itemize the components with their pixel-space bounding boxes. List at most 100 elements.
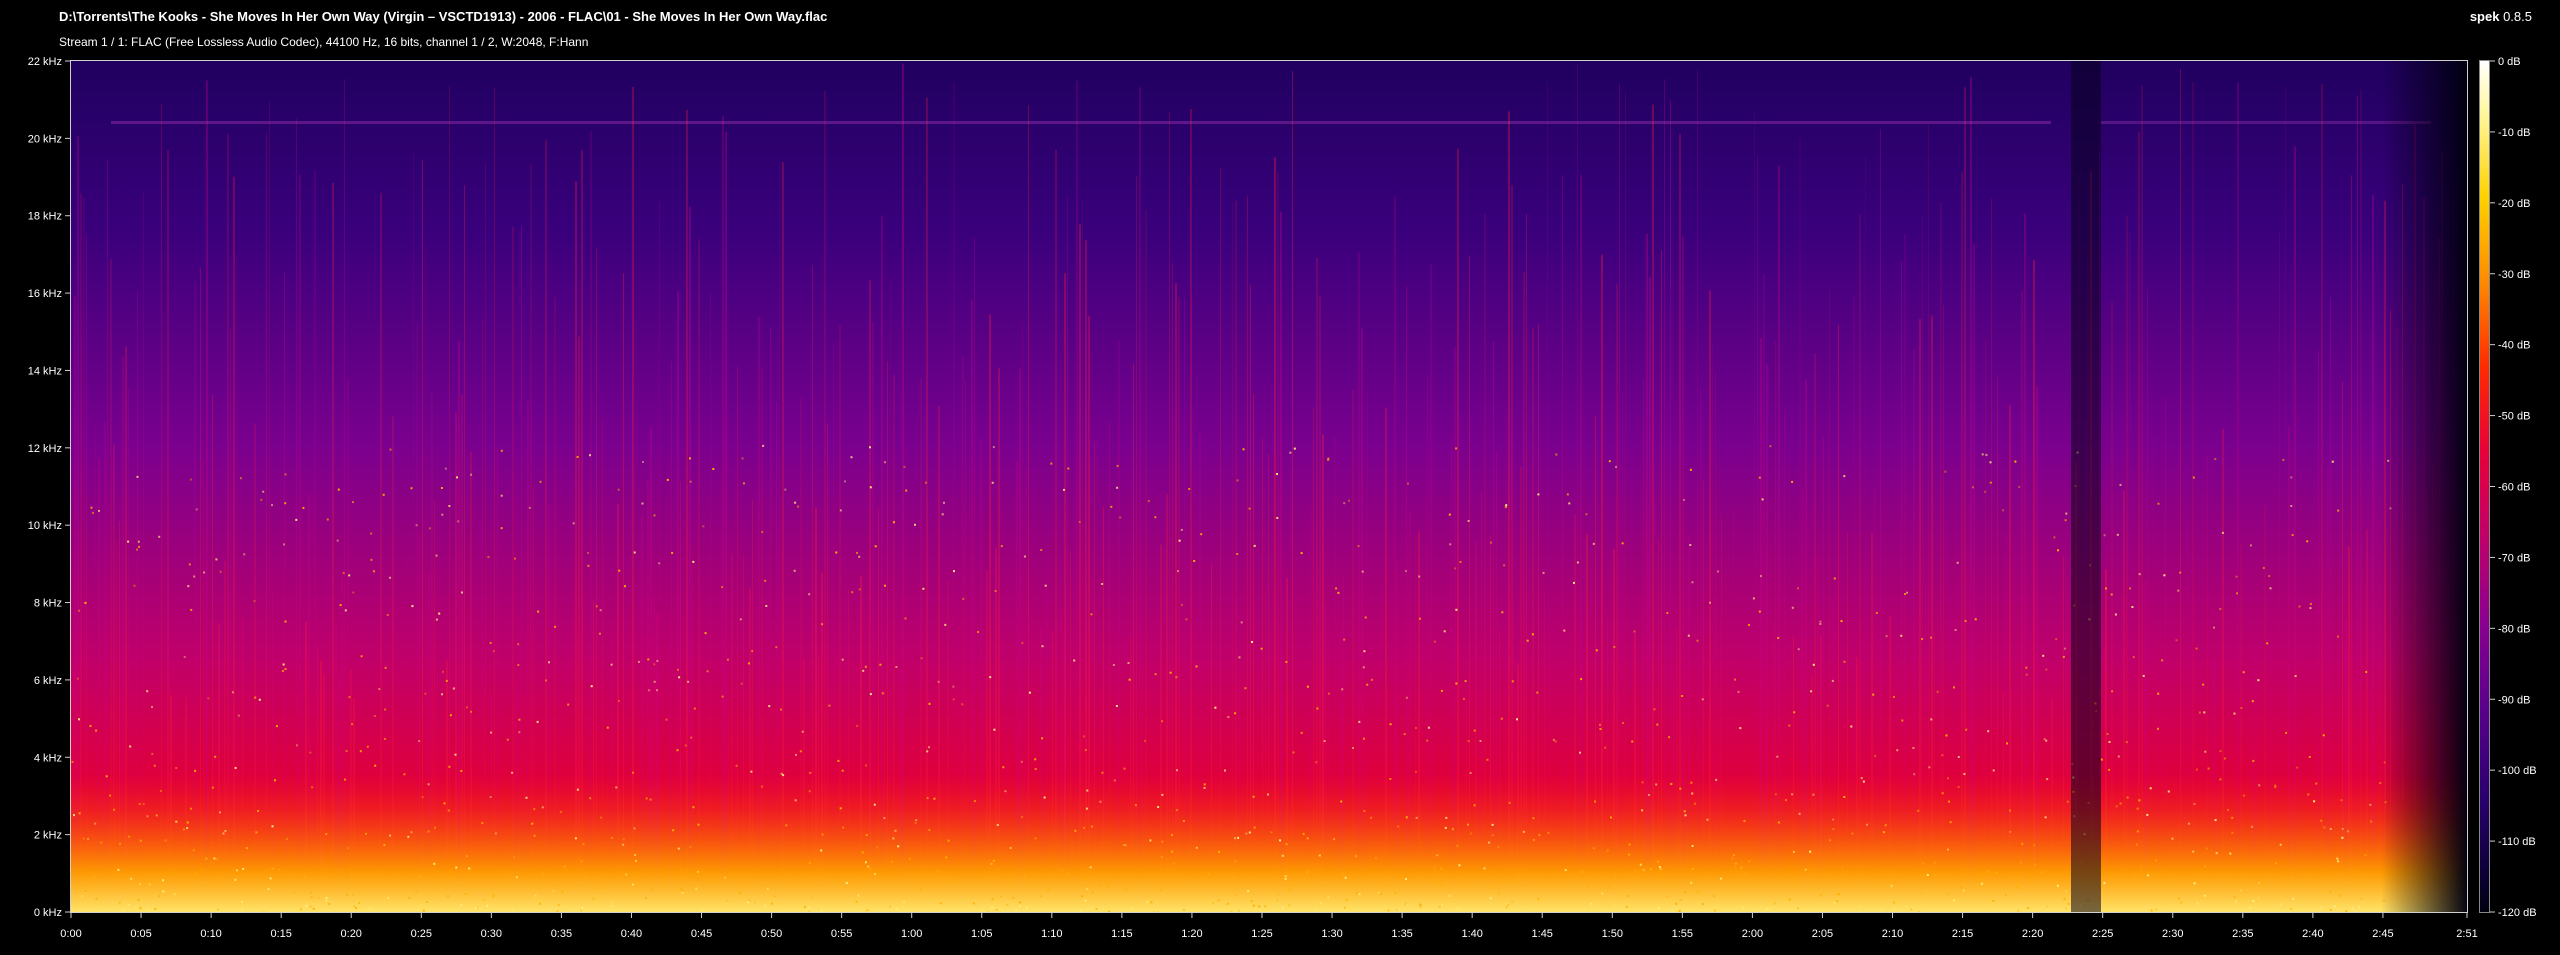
- x-tick-label: 1:55: [1672, 928, 1693, 940]
- spectrogram-sparkle: [1774, 793, 1777, 796]
- spectrogram-sparkle: [481, 822, 484, 824]
- spectrogram-sparkle: [991, 898, 994, 901]
- spectrogram-sparkle: [468, 867, 471, 870]
- spectrogram-sparkle: [904, 617, 907, 620]
- spectrogram-sparkle: [2066, 800, 2069, 803]
- spectrogram-sparkle: [94, 885, 96, 888]
- spectrogram-sparkle: [1505, 906, 1508, 909]
- spectrogram-sparkle: [421, 796, 424, 799]
- spectrogram-sparkle: [858, 588, 861, 591]
- spectrogram-sparkle: [2294, 675, 2297, 678]
- spectrogram-sparkle: [780, 708, 782, 711]
- spectrogram-sparkle: [403, 773, 406, 776]
- spectrogram-sparkle: [1462, 697, 1465, 700]
- spectrogram-sparkle: [1752, 597, 1755, 600]
- spectrogram-sparkle: [89, 725, 92, 727]
- spectrogram-sparkle: [2193, 882, 2196, 885]
- spectrogram-sparkle: [1995, 872, 1998, 874]
- spectrogram-sparkle: [1315, 761, 1318, 764]
- spectrogram-sparkle: [146, 908, 149, 911]
- spectrogram-sparkle: [1370, 678, 1373, 681]
- spectrogram-sparkle: [2268, 575, 2271, 578]
- spectrogram-sparkle: [1161, 720, 1164, 723]
- spectrogram-sparkle: [554, 885, 556, 888]
- spectrogram-sparkle: [972, 902, 975, 905]
- spectrogram-sparkle: [2357, 906, 2360, 909]
- spectrogram-sparkle: [1337, 591, 1340, 594]
- spectrogram-sparkle: [1826, 704, 1829, 707]
- spectrogram-sparkle: [1212, 902, 1215, 905]
- spectrogram-sparkle: [1980, 882, 1983, 885]
- spectrogram-sparkle: [1389, 778, 1392, 780]
- spectrogram-sparkle: [1892, 881, 1895, 884]
- spectrogram-sparkle: [1066, 873, 1069, 876]
- spectrogram-sparkle: [1387, 909, 1390, 912]
- spectrogram-sparkle: [136, 475, 139, 478]
- spectrogram-sparkle: [1734, 678, 1736, 681]
- spectrogram-sparkle: [2266, 642, 2269, 645]
- spectrogram-sparkle: [702, 525, 705, 528]
- spectrogram-sparkle: [2177, 897, 2180, 900]
- spectrogram-sparkle: [424, 692, 427, 695]
- spectrogram-sparkle: [486, 904, 489, 907]
- spectrogram-sparkle: [1653, 708, 1656, 711]
- spectrogram-sparkle: [2251, 700, 2254, 703]
- spectrogram-sparkle: [2157, 692, 2160, 695]
- spectrogram-sparkle: [448, 765, 451, 768]
- spectrogram-sparkle: [1444, 826, 1447, 829]
- spectrogram-sparkle: [889, 905, 891, 908]
- spectrogram-sparkle: [1370, 816, 1373, 819]
- spectrogram-sparkle: [1258, 905, 1261, 908]
- spectrogram-sparkle: [2009, 830, 2012, 833]
- spectrogram-sparkle: [383, 737, 386, 740]
- spectrogram-sparkle: [1276, 899, 1279, 902]
- x-tick-label: 0:55: [831, 928, 852, 940]
- spectrogram-sparkle: [1893, 907, 1896, 910]
- spectrogram-sparkle: [952, 698, 955, 701]
- spectrogram-sparkle: [1131, 907, 1134, 910]
- spectrogram-sparkle: [1245, 832, 1248, 835]
- spectrogram-sparkle: [2296, 766, 2299, 769]
- spectrogram-sparkle: [1536, 691, 1539, 694]
- spectrogram-sparkle: [2025, 673, 2028, 676]
- spectrogram-sparkle: [808, 593, 811, 596]
- spectrogram-sparkle: [2063, 898, 2066, 901]
- spectrogram-sparkle: [2308, 756, 2311, 758]
- spectrogram-sparkle: [274, 779, 276, 782]
- spectrogram-sparkle: [1458, 864, 1461, 867]
- spectrogram-sparkle: [1788, 724, 1791, 727]
- spectrogram-sparkle: [1890, 884, 1893, 887]
- spectrogram-sparkle: [75, 886, 78, 889]
- spectrogram-sparkle: [2160, 911, 2163, 912]
- spectrogram-sparkle: [1656, 723, 1659, 726]
- spectrogram-sparkle: [1921, 638, 1924, 641]
- spectrogram-sparkle: [808, 906, 811, 909]
- spectrogram-sparkle: [856, 724, 859, 727]
- spectrogram-sparkle: [748, 662, 750, 665]
- spectrogram-sparkle: [559, 810, 562, 813]
- spectrogram-sparkle: [1691, 581, 1694, 584]
- spectrogram-sparkle: [1655, 783, 1658, 786]
- spectrogram-sparkle: [2014, 460, 2017, 463]
- spectrogram-sparkle: [1573, 581, 1575, 584]
- spectrogram-sparkle: [839, 807, 842, 810]
- y-tick-label: 4 kHz: [34, 752, 62, 764]
- spectrogram-sparkle: [1318, 854, 1321, 857]
- y-tick-label: 18 kHz: [28, 211, 62, 223]
- spectrogram-sparkle: [2044, 816, 2047, 819]
- spectrogram-sparkle: [1904, 593, 1906, 595]
- spectrogram-sparkle: [418, 875, 421, 878]
- spectrogram-sparkle: [1547, 831, 1550, 834]
- app-name: spek: [2469, 9, 2500, 24]
- spectrogram-sparkle: [1119, 516, 1122, 519]
- spectrogram-sparkle: [2235, 900, 2238, 903]
- spectrogram-sparkle: [1691, 792, 1694, 795]
- spectrogram-sparkle: [384, 708, 387, 711]
- spectrogram-sparkle: [1335, 587, 1338, 590]
- spectrogram-sparkle: [678, 676, 681, 679]
- spectrogram-sparkle: [1279, 839, 1281, 842]
- spectrogram-sparkle: [1348, 499, 1350, 502]
- spectrogram-sparkle: [941, 513, 944, 516]
- x-tick-label: 2:25: [2092, 928, 2113, 940]
- spectrogram-sparkle: [1679, 899, 1682, 902]
